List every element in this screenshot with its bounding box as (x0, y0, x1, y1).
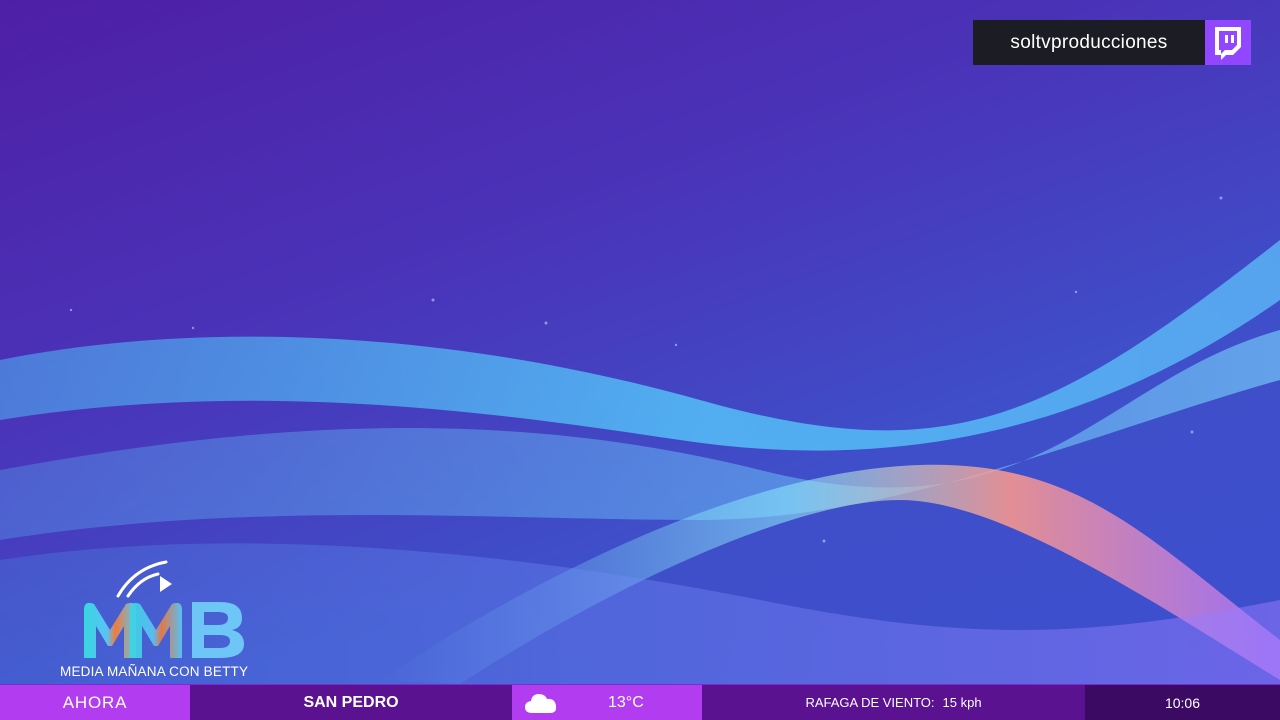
city-label: SAN PEDRO (190, 685, 512, 720)
play-broadcast-icon (84, 560, 244, 658)
cloud-icon (524, 691, 558, 720)
temperature-value: 13°C (608, 694, 644, 711)
wind-value: 15 kph (942, 695, 982, 710)
stream-channel-badge: soltvproducciones (973, 20, 1251, 65)
channel-name: soltvproducciones (973, 20, 1205, 65)
weather-segment: 13°C (512, 685, 702, 720)
clock-time: 10:06 (1085, 685, 1280, 720)
wind-label: RAFAGA DE VIENTO: (805, 695, 935, 710)
now-label: AHORA (0, 685, 190, 720)
logo-caption: MEDIA MAÑANA CON BETTY (60, 664, 249, 679)
bottom-ticker-bar: AHORA SAN PEDRO 13°C RAFAGA DE VIENTO: 1… (0, 684, 1280, 720)
twitch-icon (1205, 20, 1251, 65)
show-logo: MEDIA MAÑANA CON BETTY (60, 560, 270, 684)
wind-segment: RAFAGA DE VIENTO: 15 kph (702, 685, 1085, 720)
